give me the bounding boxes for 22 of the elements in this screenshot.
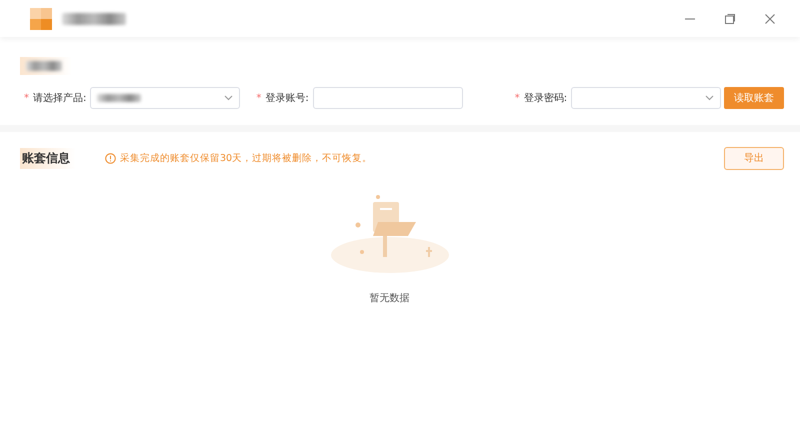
caret-icon	[224, 95, 234, 101]
select-field[interactable]	[571, 87, 722, 109]
empty-text: 暂无数据	[370, 292, 410, 305]
field-label: 请选择产品:	[33, 92, 86, 105]
required-mark: *	[514, 92, 520, 104]
blurred-value	[97, 94, 142, 102]
select-field[interactable]	[90, 87, 240, 109]
read-button[interactable]: 读取账套	[724, 87, 784, 109]
blurred-app-title	[62, 12, 126, 24]
field-label: 登录账号:	[265, 92, 309, 105]
close-icon[interactable]	[764, 12, 776, 24]
blurred-section-title	[26, 61, 62, 71]
required-mark: *	[256, 92, 262, 104]
required-mark: *	[24, 92, 29, 104]
field-label: 登录密码:	[524, 92, 568, 105]
info-icon	[105, 152, 116, 164]
logo-icon	[30, 8, 52, 30]
notice-text: 采集完成的账套仅保留30天，过期将被删除，不可恢复。	[120, 152, 372, 164]
maximize-icon[interactable]	[724, 12, 736, 24]
input-field[interactable]	[312, 87, 463, 109]
caret-icon	[705, 95, 714, 101]
export-button[interactable]: 导出	[724, 146, 784, 170]
